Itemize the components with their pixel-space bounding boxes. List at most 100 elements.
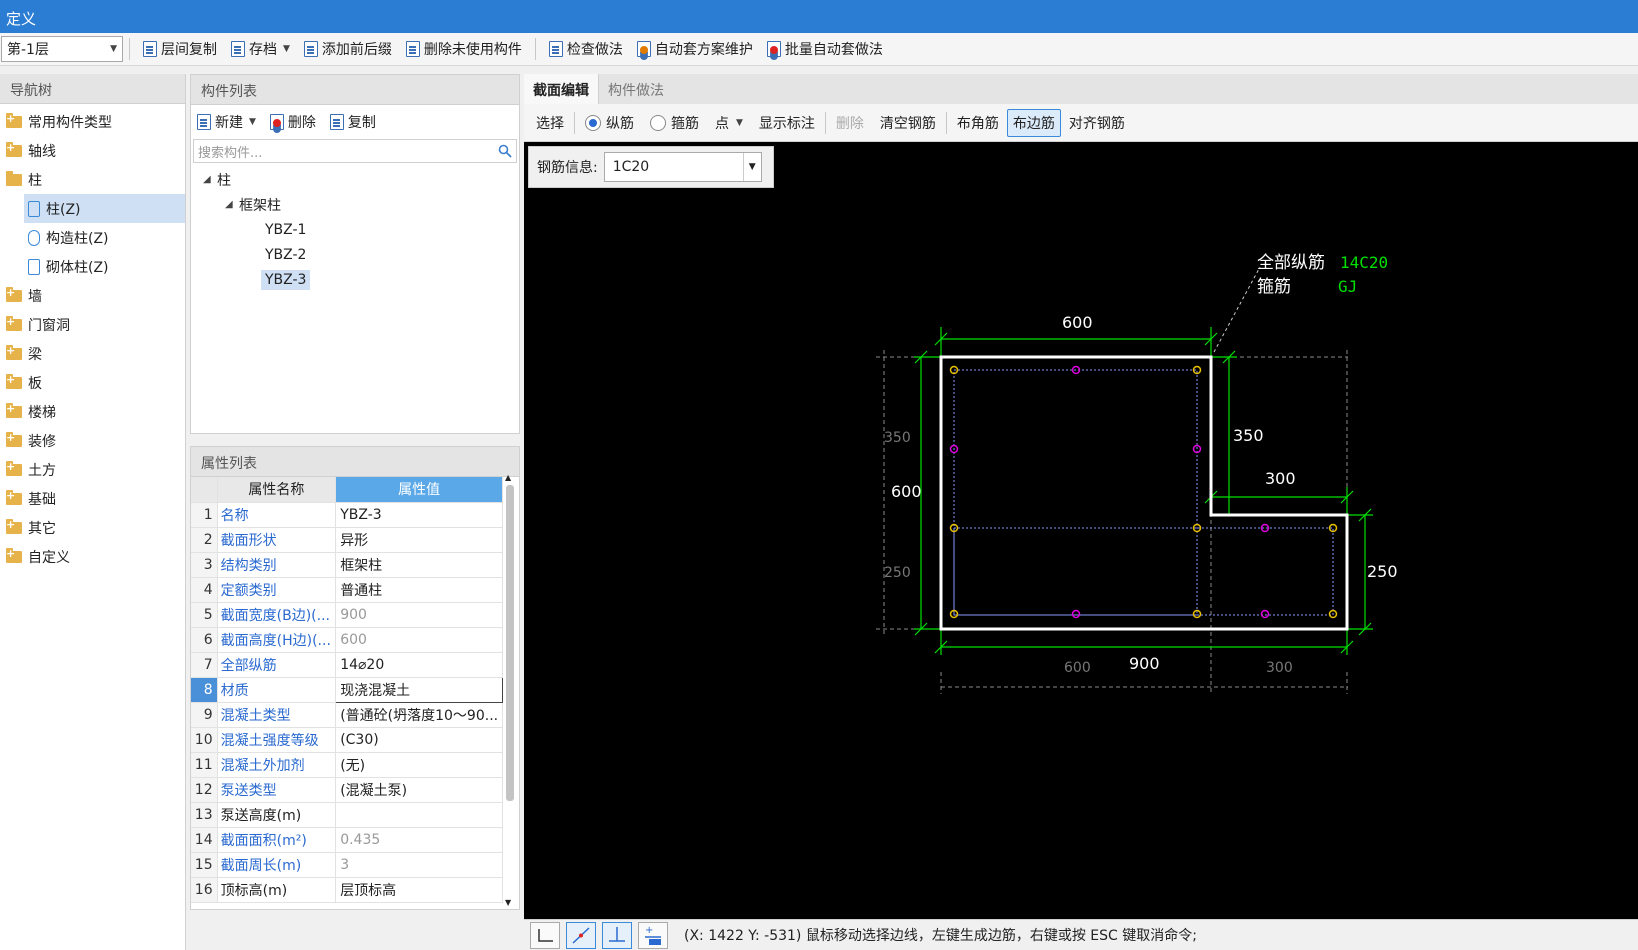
property-value[interactable]: 3 <box>335 852 503 878</box>
search-icon[interactable] <box>498 144 512 158</box>
dimension-input-icon[interactable]: + <box>638 921 668 949</box>
tab-section-edit[interactable]: 截面编辑 <box>524 74 599 104</box>
property-value[interactable]: (普通砼(坍落度10～90... <box>335 702 503 728</box>
add-prefix-suffix-button[interactable]: 添加前后缀 <box>297 36 399 62</box>
property-value[interactable]: 层顶标高 <box>335 877 503 903</box>
nav-item-decoration[interactable]: 装修 <box>0 426 185 455</box>
nav-item-door-window[interactable]: 门窗洞 <box>0 310 185 339</box>
nav-item-constructional-column[interactable]: 构造柱(Z) <box>0 223 185 252</box>
tab-component-method[interactable]: 构件做法 <box>599 74 673 104</box>
property-value[interactable]: 900 <box>335 602 503 628</box>
table-row[interactable]: 12 泵送类型 (混凝土泵) <box>191 777 503 803</box>
table-row[interactable]: 14 截面面积(m²) 0.435 <box>191 827 503 853</box>
nav-item-beam[interactable]: 梁 <box>0 339 185 368</box>
delete-component-button[interactable]: 删除 <box>269 112 316 132</box>
nav-item-foundation[interactable]: 基础 <box>0 484 185 513</box>
align-rebar-button[interactable]: 对齐钢筋 <box>1061 113 1133 133</box>
property-value[interactable]: 14⌀20 <box>335 652 503 678</box>
nav-item-column-z[interactable]: 柱(Z) <box>24 194 185 223</box>
nav-item-earthwork[interactable]: 土方 <box>0 455 185 484</box>
point-dropdown[interactable]: 点 ▼ <box>707 113 751 133</box>
property-value-field[interactable]: 现浇混凝土 <box>335 676 503 703</box>
tree-node-ybz-2[interactable]: YBZ-2 <box>191 242 519 267</box>
table-row[interactable]: 15 截面周长(m) 3 <box>191 852 503 878</box>
nav-item-label: 装修 <box>28 433 56 450</box>
property-value[interactable]: 异形 <box>335 527 503 553</box>
snap-line-icon[interactable] <box>566 921 596 949</box>
new-component-button[interactable]: 新建 ▼ <box>197 112 256 132</box>
nav-item-axis[interactable]: 轴线 <box>0 136 185 165</box>
drawing-canvas[interactable]: 钢筋信息: 1C20 ▼ 350 250 600 300 600 350 300… <box>524 142 1638 919</box>
auto-scheme-maintain-button[interactable]: 自动套方案维护 <box>630 36 760 62</box>
delete-rebar-button[interactable]: 删除 <box>828 113 872 133</box>
table-row[interactable]: 6 截面高度(H边)(... 600 <box>191 627 503 653</box>
scroll-down-icon[interactable]: ▼ <box>505 898 511 907</box>
collapse-triangle-icon[interactable]: ◢ <box>225 199 239 210</box>
batch-auto-method-button[interactable]: 批量自动套做法 <box>760 36 890 62</box>
table-row[interactable]: 13 泵送高度(m) <box>191 802 503 828</box>
show-dimensions-button[interactable]: 显示标注 <box>751 113 823 133</box>
nav-item-stairs[interactable]: 楼梯 <box>0 397 185 426</box>
toolbar-divider <box>824 111 826 134</box>
property-value[interactable]: YBZ-3 <box>335 502 503 528</box>
archive-button[interactable]: 存档 ▼ <box>224 36 297 62</box>
nav-item-other[interactable]: 其它 <box>0 513 185 542</box>
scroll-up-icon[interactable]: ▲ <box>505 473 511 482</box>
longitudinal-rebar-radio[interactable]: 纵筋 <box>577 113 642 133</box>
check-method-button[interactable]: 检查做法 <box>542 36 630 62</box>
nav-item-slab[interactable]: 板 <box>0 368 185 397</box>
property-name: 截面高度(H边)(... <box>217 627 337 653</box>
nav-item-wall[interactable]: 墙 <box>0 281 185 310</box>
property-value[interactable]: (无) <box>335 752 503 778</box>
section-outline[interactable] <box>939 355 1349 631</box>
tree-node-ybz-3[interactable]: YBZ-3 <box>191 267 519 292</box>
table-row[interactable]: 8 材质 现浇混凝土 <box>191 676 503 703</box>
table-row[interactable]: 4 定额类别 普通柱 <box>191 577 503 603</box>
component-search-input[interactable]: 搜索构件... <box>193 139 517 163</box>
table-row[interactable]: 3 结构类别 框架柱 <box>191 552 503 578</box>
table-row[interactable]: 9 混凝土类型 (普通砼(坍落度10～90... <box>191 702 503 728</box>
corner-rebar-button[interactable]: 布角筋 <box>949 113 1007 133</box>
perpendicular-icon[interactable] <box>602 921 632 949</box>
nav-item-column[interactable]: 柱 <box>0 165 185 194</box>
tree-node-column[interactable]: ◢ 柱 <box>191 167 519 192</box>
table-row[interactable]: 1 名称 YBZ-3 <box>191 502 503 528</box>
property-value[interactable]: 普通柱 <box>335 577 503 603</box>
delete-unused-components-button[interactable]: 删除未使用构件 <box>399 36 529 62</box>
collapse-triangle-icon[interactable]: ◢ <box>203 174 217 185</box>
select-button[interactable]: 选择 <box>528 113 572 133</box>
property-value[interactable]: (C30) <box>335 727 503 753</box>
property-value[interactable]: 0.435 <box>335 827 503 853</box>
clear-rebar-button[interactable]: 清空钢筋 <box>872 113 944 133</box>
nav-item-masonry-column[interactable]: 砌体柱(Z) <box>0 252 185 281</box>
copy-component-button[interactable]: 复制 <box>329 112 376 132</box>
property-value[interactable] <box>335 802 503 828</box>
property-scrollbar[interactable]: ▲ ▼ <box>505 473 515 907</box>
table-row[interactable]: 7 全部纵筋 14⌀20 <box>191 652 503 678</box>
table-row[interactable]: 10 混凝土强度等级 (C30) <box>191 727 503 753</box>
nav-item-custom[interactable]: 自定义 <box>0 542 185 571</box>
property-value[interactable]: (混凝土泵) <box>335 777 503 803</box>
nav-item-common-types[interactable]: 常用构件类型 <box>0 107 185 136</box>
table-row[interactable]: 5 截面宽度(B边)(... 900 <box>191 602 503 628</box>
edge-rebar-label: 布边筋 <box>1012 115 1055 132</box>
table-row[interactable]: 16 顶标高(m) 层顶标高 <box>191 877 503 903</box>
property-value[interactable]: 框架柱 <box>335 552 503 578</box>
ghost-dim-bottom-right: 300 <box>1266 660 1293 676</box>
nav-item-label: 基础 <box>28 491 56 508</box>
tree-node-ybz-1[interactable]: YBZ-1 <box>191 217 519 242</box>
stirrup-radio[interactable]: 箍筋 <box>642 113 707 133</box>
auto-scheme-label: 自动套方案维护 <box>654 42 753 58</box>
tree-node-frame-column[interactable]: ◢ 框架柱 <box>191 192 519 217</box>
table-row[interactable]: 2 截面形状 异形 <box>191 527 503 553</box>
corner-rebars[interactable] <box>949 365 1338 619</box>
scrollbar-thumb[interactable] <box>506 485 514 801</box>
edge-rebars[interactable] <box>949 365 1270 619</box>
floor-select[interactable]: 第-1层 ▼ <box>1 36 123 62</box>
copy-between-floors-button[interactable]: 层间复制 <box>136 36 224 62</box>
table-row[interactable]: 11 混凝土外加剂 (无) <box>191 752 503 778</box>
add-prefix-suffix-label: 添加前后缀 <box>321 42 392 58</box>
orthogonal-icon[interactable] <box>530 921 560 949</box>
property-value[interactable]: 600 <box>335 627 503 653</box>
edge-rebar-button[interactable]: 布边筋 <box>1006 108 1061 137</box>
